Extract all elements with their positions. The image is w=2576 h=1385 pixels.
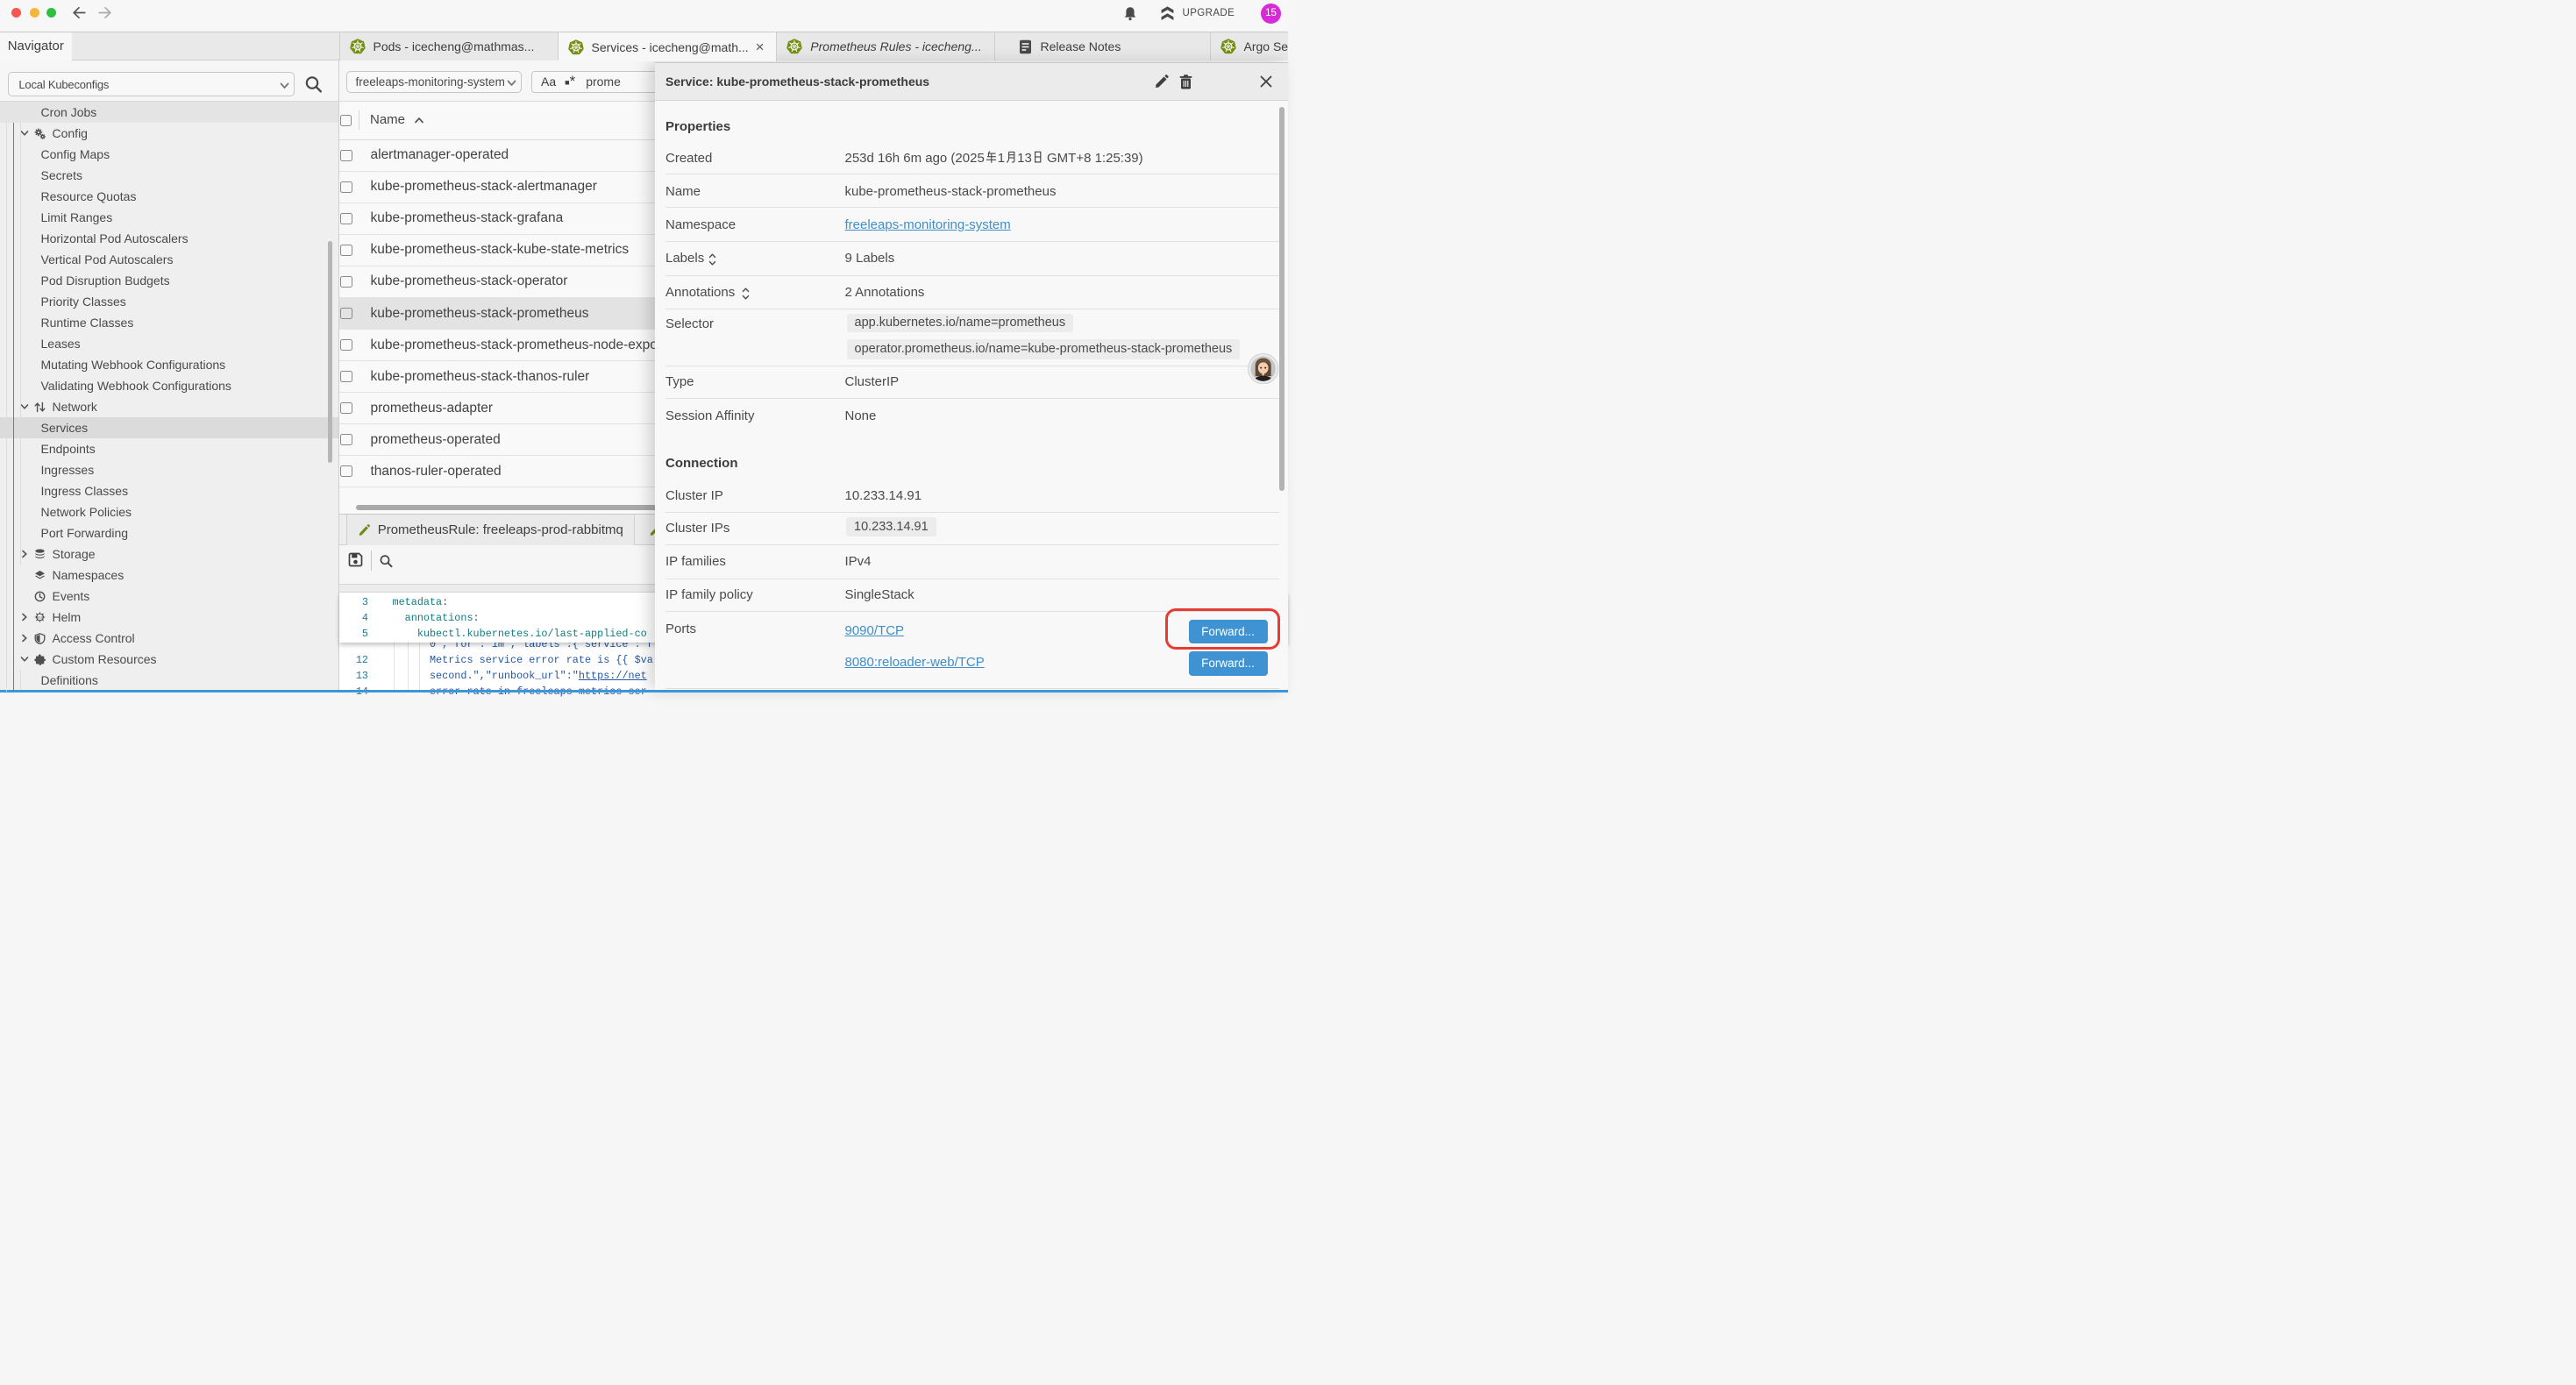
svg-text:HELM: HELM xyxy=(35,616,43,620)
